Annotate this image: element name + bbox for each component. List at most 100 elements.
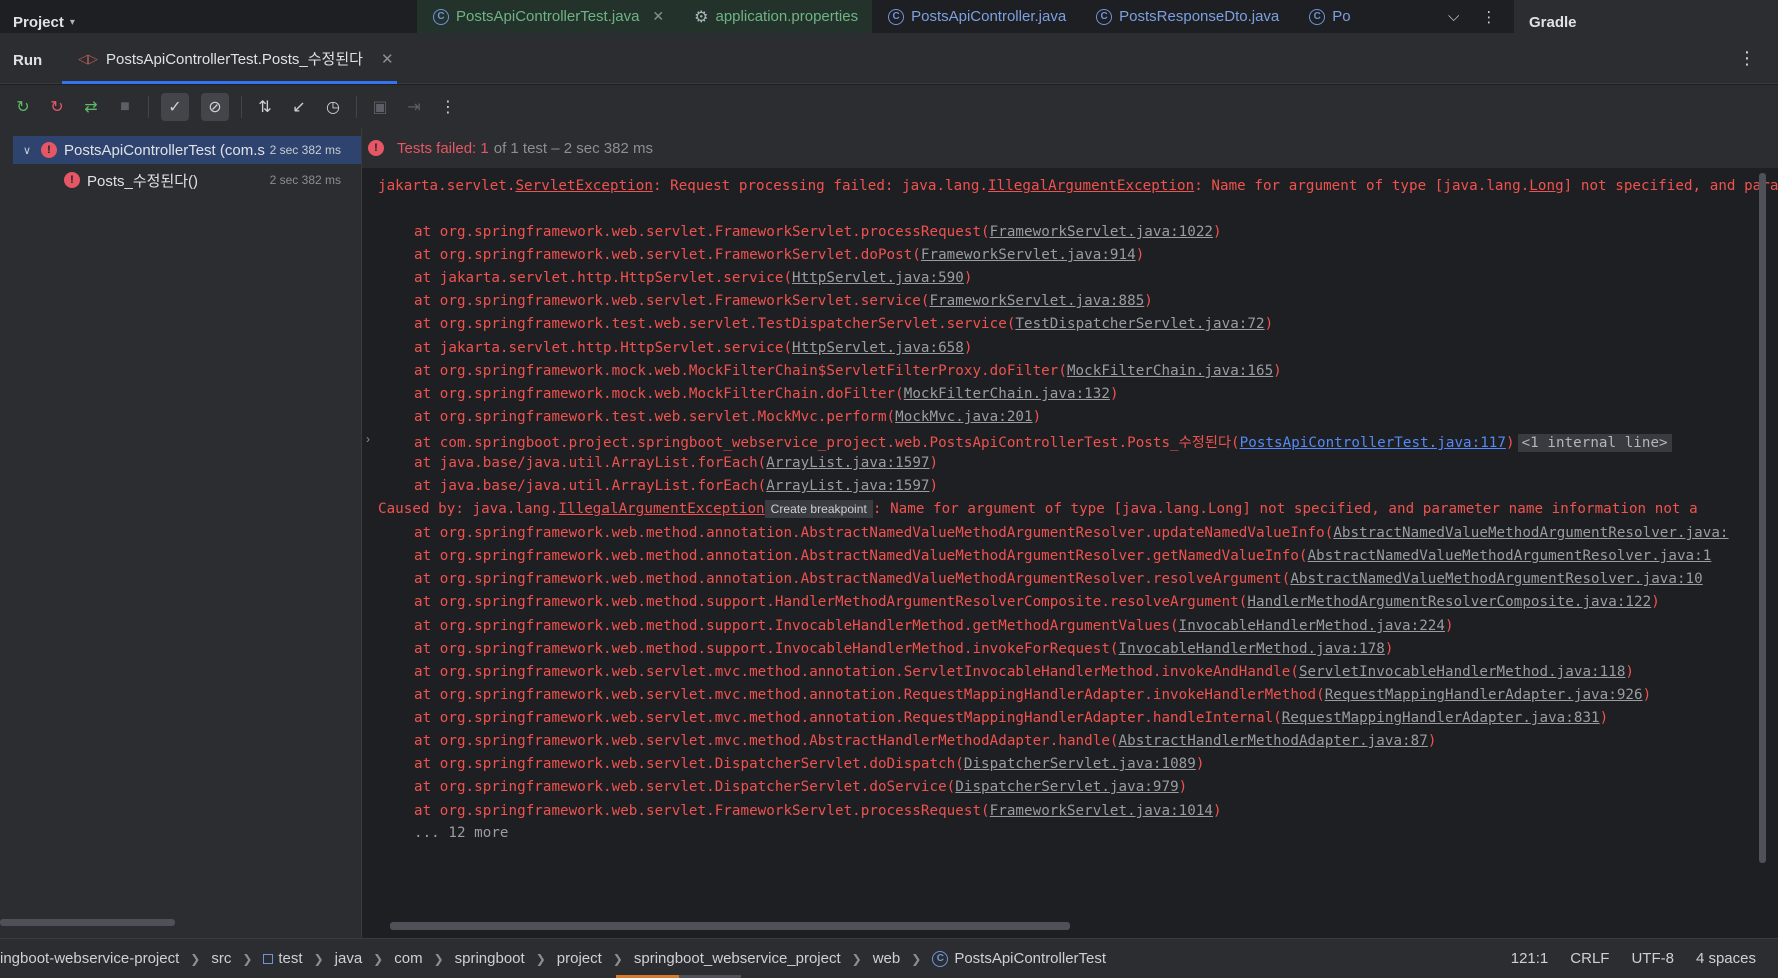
- stack-frame: at org.springframework.web.method.suppor…: [414, 618, 1454, 634]
- folder-icon: [263, 953, 274, 964]
- source-link[interactable]: AbstractHandlerMethodAdapter.java:87: [1119, 733, 1428, 749]
- tab-posts-api-controller-test[interactable]: C PostsApiControllerTest.java ✕: [417, 0, 679, 33]
- editor-tabs: C PostsApiControllerTest.java ✕ ⚙ applic…: [417, 0, 1365, 33]
- chevron-right-icon: ❯: [313, 951, 324, 966]
- source-link[interactable]: PostsApiControllerTest.java:117: [1240, 435, 1506, 451]
- import-icon[interactable]: ⇥: [403, 96, 425, 118]
- breadcrumb-item[interactable]: test ❯: [263, 950, 334, 967]
- source-link[interactable]: RequestMappingHandlerAdapter.java:831: [1282, 710, 1600, 726]
- chevron-right-icon[interactable]: ›: [366, 432, 370, 446]
- source-link[interactable]: HttpServlet.java:658: [792, 340, 964, 356]
- source-link[interactable]: InvocableHandlerMethod.java:224: [1179, 618, 1445, 634]
- source-link[interactable]: HttpServlet.java:590: [792, 270, 964, 286]
- source-link[interactable]: FrameworkServlet.java:1022: [990, 224, 1213, 240]
- history-icon[interactable]: ◷: [322, 96, 344, 118]
- more-vertical-icon[interactable]: ⋮: [1738, 48, 1756, 69]
- exception-link[interactable]: IllegalArgumentException: [988, 178, 1194, 194]
- stack-frame: at org.springframework.web.servlet.mvc.m…: [414, 664, 1635, 680]
- source-link[interactable]: MockMvc.java:201: [895, 409, 1032, 425]
- exception-link[interactable]: IllegalArgumentException: [558, 501, 764, 517]
- source-link[interactable]: ArrayList.java:1597: [766, 478, 929, 494]
- stack-frame: at org.springframework.mock.web.MockFilt…: [414, 363, 1282, 379]
- chevron-right-icon: ❯: [535, 951, 546, 966]
- chevron-right-icon: ❯: [612, 951, 623, 966]
- source-link[interactable]: RequestMappingHandlerAdapter.java:926: [1325, 687, 1643, 703]
- class-link[interactable]: Long: [1529, 178, 1563, 194]
- tab-posts-response-dto[interactable]: C PostsResponseDto.java: [1080, 0, 1293, 33]
- console-output: ! Tests failed: 1 of 1 test – 2 sec 382 …: [362, 128, 1778, 938]
- exception-link[interactable]: ServletException: [515, 178, 652, 194]
- source-link[interactable]: FrameworkServlet.java:914: [921, 247, 1136, 263]
- toggle-auto-test-icon[interactable]: ⇄: [80, 96, 102, 118]
- rerun-failed-icon[interactable]: ↻: [46, 96, 68, 118]
- tree-item-test-class[interactable]: ∨ ! PostsApiControllerTest (com.s 2 sec …: [13, 136, 361, 164]
- horizontal-scrollbar[interactable]: [0, 919, 175, 926]
- class-icon: C: [932, 950, 949, 967]
- indent-setting[interactable]: 4 spaces: [1696, 950, 1756, 967]
- source-link[interactable]: AbstractNamedValueMethodArgumentResolver…: [1333, 525, 1728, 541]
- rerun-icon[interactable]: ↻: [12, 96, 34, 118]
- source-link[interactable]: AbstractNamedValueMethodArgumentResolver…: [1290, 571, 1702, 587]
- camera-icon[interactable]: ▣: [369, 96, 391, 118]
- tests-failed-label: Tests failed: 1: [397, 139, 489, 157]
- stack-frame: at org.springframework.web.servlet.Dispa…: [414, 756, 1205, 772]
- tab-posts-api-controller[interactable]: C PostsApiController.java: [872, 0, 1080, 33]
- breadcrumb-item[interactable]: project ❯: [557, 950, 634, 967]
- source-link[interactable]: AbstractNamedValueMethodArgumentResolver…: [1308, 548, 1712, 564]
- chevron-down-icon[interactable]: ⌵: [1448, 8, 1459, 26]
- internal-lines-fold[interactable]: <1 internal line>: [1517, 434, 1672, 452]
- more-vertical-icon[interactable]: ⋮: [437, 96, 459, 118]
- more-vertical-icon[interactable]: ⋮: [1481, 8, 1496, 26]
- run-config-tab[interactable]: ◁▷ PostsApiControllerTest.Posts_수정된다 ✕: [62, 33, 397, 84]
- chevron-right-icon: ❯: [851, 951, 862, 966]
- caret-position[interactable]: 121:1: [1511, 950, 1549, 967]
- sort-icon[interactable]: ⇅: [254, 96, 276, 118]
- line-separator[interactable]: CRLF: [1570, 950, 1609, 967]
- status-bar: ingboot-webservice-project ❯ src ❯ test ❯ j…: [0, 938, 1778, 978]
- source-link[interactable]: FrameworkServlet.java:1014: [990, 803, 1213, 819]
- breadcrumb-item[interactable]: ingboot-webservice-project ❯: [0, 950, 211, 967]
- breadcrumb-item[interactable]: src ❯: [211, 950, 263, 967]
- collapse-icon[interactable]: ↙: [288, 96, 310, 118]
- class-icon: C: [433, 8, 449, 25]
- stack-frame: at jakarta.servlet.http.HttpServlet.serv…: [414, 340, 973, 356]
- horizontal-scrollbar[interactable]: [390, 922, 1070, 930]
- source-link[interactable]: DispatcherServlet.java:1089: [964, 756, 1196, 772]
- source-link[interactable]: MockFilterChain.java:165: [1067, 363, 1273, 379]
- tab-application-properties[interactable]: ⚙ application.properties: [678, 0, 873, 33]
- gradle-label: Gradle: [1529, 14, 1577, 31]
- breadcrumb-item[interactable]: C PostsApiControllerTest: [932, 950, 1106, 967]
- breadcrumb-item[interactable]: com ❯: [394, 950, 454, 967]
- source-link[interactable]: DispatcherServlet.java:979: [955, 779, 1178, 795]
- stop-icon[interactable]: ■: [114, 96, 136, 118]
- source-link[interactable]: FrameworkServlet.java:885: [930, 293, 1145, 309]
- breadcrumb-item[interactable]: springboot ❯: [455, 950, 557, 967]
- source-link[interactable]: ArrayList.java:1597: [766, 455, 929, 471]
- vertical-scrollbar[interactable]: [1759, 173, 1766, 863]
- breadcrumb-item[interactable]: springboot_webservice_project ❯: [634, 950, 873, 967]
- breadcrumb-item[interactable]: web ❯: [873, 950, 933, 967]
- source-link[interactable]: TestDispatcherServlet.java:72: [1015, 316, 1264, 332]
- source-link[interactable]: HandlerMethodArgumentResolverComposite.j…: [1247, 594, 1651, 610]
- stack-frame: at org.springframework.web.servlet.Dispa…: [414, 779, 1188, 795]
- gradle-panel-header[interactable]: Gradle: [1514, 0, 1778, 33]
- exception-line: jakarta.servlet.ServletException: Reques…: [378, 178, 1778, 194]
- close-icon[interactable]: ✕: [381, 50, 394, 68]
- source-link[interactable]: ServletInvocableHandlerMethod.java:118: [1299, 664, 1625, 680]
- error-icon: !: [368, 140, 384, 156]
- show-ignored-icon[interactable]: ⊘: [201, 92, 229, 121]
- chevron-down-icon[interactable]: ∨: [13, 144, 41, 157]
- create-breakpoint-tooltip[interactable]: Create breakpoint: [764, 500, 873, 518]
- source-link[interactable]: InvocableHandlerMethod.java:178: [1119, 641, 1385, 657]
- source-link[interactable]: MockFilterChain.java:132: [904, 386, 1110, 402]
- show-passed-icon[interactable]: ✓: [161, 92, 189, 121]
- tree-item-test-method[interactable]: ! Posts_수정된다() 2 sec 382 ms: [64, 166, 361, 194]
- tab-truncated[interactable]: C Po: [1293, 0, 1364, 33]
- close-icon[interactable]: ✕: [652, 8, 664, 25]
- stack-frame: at org.springframework.web.servlet.mvc.m…: [414, 733, 1437, 749]
- stack-frame: at java.base/java.util.ArrayList.forEach…: [414, 455, 939, 471]
- file-encoding[interactable]: UTF-8: [1631, 950, 1674, 967]
- breadcrumb-item[interactable]: java ❯: [335, 950, 395, 967]
- more-frames[interactable]: ... 12 more: [414, 825, 509, 841]
- project-view-selector[interactable]: Project ▾: [13, 14, 75, 31]
